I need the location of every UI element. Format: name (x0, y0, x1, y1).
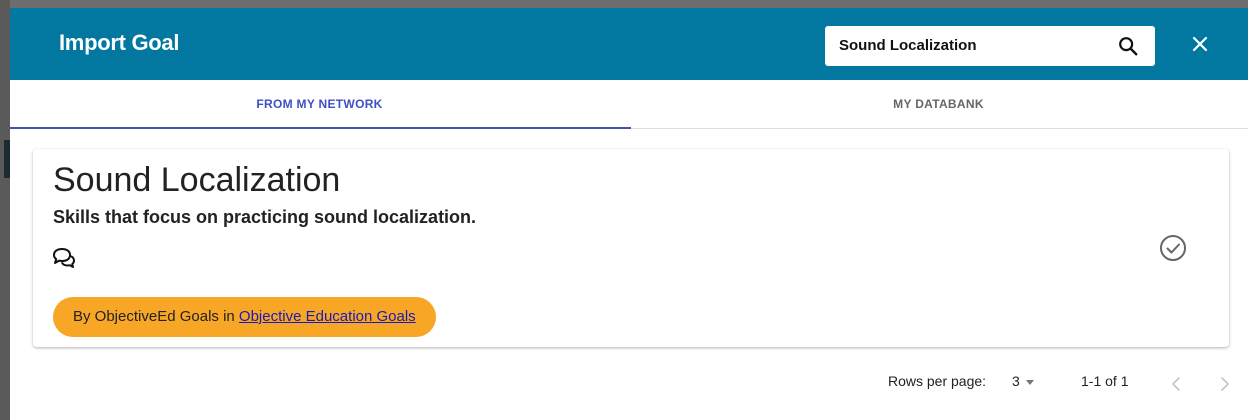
backdrop-left-edge (0, 0, 10, 420)
search-icon[interactable] (1117, 35, 1139, 57)
rows-per-page-label: Rows per page: (888, 373, 987, 389)
chevron-right-icon[interactable] (1213, 373, 1235, 395)
rows-per-page-value: 3 (1012, 373, 1020, 389)
close-icon[interactable] (1188, 32, 1212, 56)
author-source-link[interactable]: Objective Education Goals (239, 308, 416, 325)
dialog-title: Import Goal (59, 30, 180, 55)
check-circle-icon[interactable] (1158, 233, 1188, 263)
pagination-bar: Rows per page: 3 1-1 of 1 (10, 373, 1248, 397)
tab-my-databank[interactable]: MY DATABANK (629, 80, 1248, 129)
goal-description: Skills that focus on practicing sound lo… (53, 207, 477, 227)
chevron-down-icon (1025, 379, 1034, 385)
active-tab-indicator (10, 127, 631, 129)
page-range-text: 1-1 of 1 (1081, 373, 1129, 389)
chevron-left-icon[interactable] (1166, 373, 1188, 395)
search-input-value: Sound Localization (839, 37, 977, 54)
rows-per-page-select[interactable]: 3 (1012, 373, 1034, 389)
dialog-header: Import Goal Sound Localization (10, 8, 1248, 80)
author-prefix: By ObjectiveEd Goals in (73, 308, 239, 325)
tab-bar: FROM MY NETWORK MY DATABANK (10, 80, 1248, 129)
import-goal-dialog: Import Goal Sound Localization FROM MY N… (10, 8, 1248, 420)
goal-card[interactable]: Sound Localization Skills that focus on … (33, 149, 1229, 347)
backdrop-top-edge (0, 0, 1248, 8)
tab-from-my-network[interactable]: FROM MY NETWORK (10, 80, 629, 129)
author-badge: By ObjectiveEd Goals in Objective Educat… (53, 297, 436, 337)
goal-title: Sound Localization (53, 161, 341, 199)
search-input[interactable]: Sound Localization (825, 26, 1155, 66)
comments-icon[interactable] (51, 245, 77, 271)
